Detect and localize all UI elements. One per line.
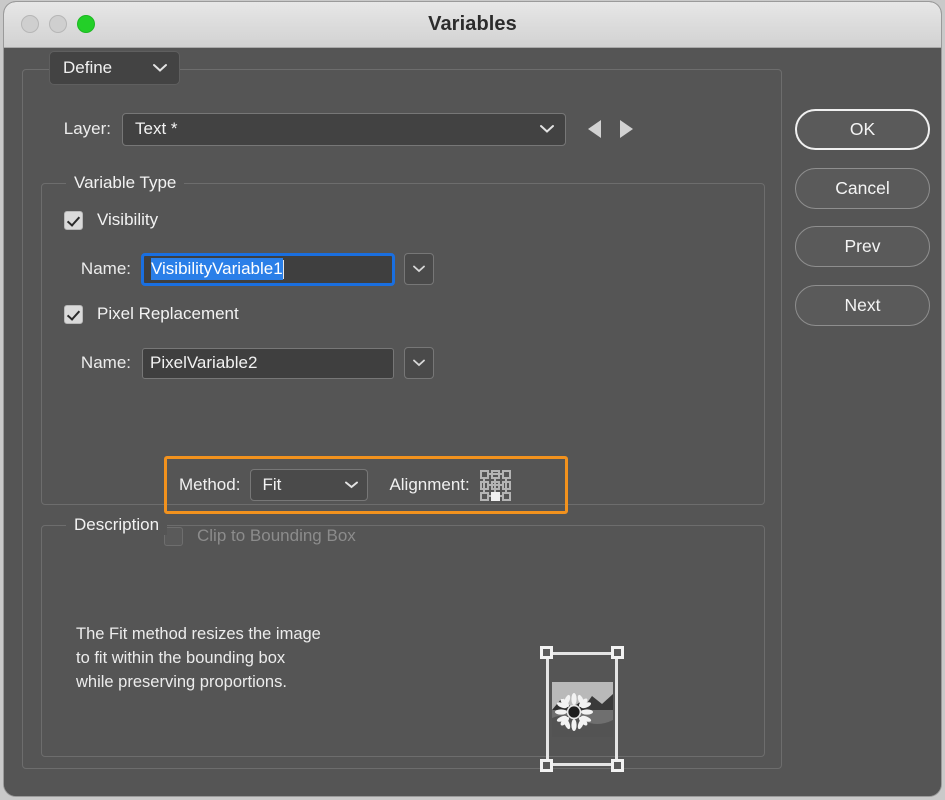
variable-type-group: Variable Type Visibility Name: Visibilit…: [41, 183, 765, 505]
chevron-down-icon: [540, 125, 554, 134]
description-text: The Fit method resizes the image to fit …: [76, 622, 321, 694]
visibility-name-value: VisibilityVariable1: [151, 258, 283, 280]
pixel-replacement-name-input[interactable]: PixelVariable2: [142, 348, 394, 379]
method-label: Method:: [179, 475, 240, 495]
pixel-replacement-name-value: PixelVariable2: [150, 353, 257, 373]
alignment-label: Alignment:: [389, 475, 469, 495]
pixel-replacement-name-dropdown-button[interactable]: [404, 347, 434, 379]
bbox-handle-top-left[interactable]: [540, 646, 553, 659]
method-alignment-highlight: Method: Fit Alignment:: [164, 456, 568, 514]
pixel-replacement-label: Pixel Replacement: [97, 304, 239, 324]
visibility-name-input[interactable]: VisibilityVariable1: [142, 254, 394, 285]
bbox-handle-top-right[interactable]: [611, 646, 624, 659]
method-preview-thumbnail: [534, 644, 630, 774]
define-panel: Define Layer: Text *: [22, 69, 782, 769]
visibility-name-label: Name:: [64, 259, 142, 279]
chevron-down-icon: [153, 64, 167, 73]
pixel-replacement-name-row: Name: PixelVariable2: [64, 347, 434, 379]
visibility-checkbox[interactable]: [64, 211, 83, 230]
ok-button[interactable]: OK: [795, 109, 930, 150]
previous-layer-arrow-icon[interactable]: [588, 120, 601, 138]
description-group: Description The Fit method resizes the i…: [41, 525, 765, 757]
method-select[interactable]: Fit: [250, 469, 368, 501]
preview-photo: [552, 682, 613, 737]
chevron-down-icon: [345, 481, 358, 489]
title-bar: Variables: [4, 2, 941, 48]
visibility-name-row: Name: VisibilityVariable1: [64, 253, 434, 285]
description-group-title: Description: [66, 515, 167, 535]
layer-select-value: Text *: [135, 119, 178, 139]
alignment-grid-icon[interactable]: [480, 470, 513, 501]
bbox-handle-bottom-left[interactable]: [540, 759, 553, 772]
visibility-label: Visibility: [97, 210, 158, 230]
layer-label: Layer:: [45, 119, 122, 139]
pixel-replacement-checkbox-row[interactable]: Pixel Replacement: [64, 304, 239, 324]
next-button[interactable]: Next: [795, 285, 930, 326]
pixel-replacement-checkbox[interactable]: [64, 305, 83, 324]
text-caret: [283, 260, 284, 279]
next-layer-arrow-icon[interactable]: [620, 120, 633, 138]
method-select-value: Fit: [262, 475, 281, 495]
dialog-body: Define Layer: Text *: [4, 48, 941, 796]
cancel-button[interactable]: Cancel: [795, 168, 930, 209]
layer-nav-arrows: [588, 120, 633, 138]
mode-select[interactable]: Define: [49, 51, 180, 85]
bbox-handle-bottom-right[interactable]: [611, 759, 624, 772]
visibility-checkbox-row[interactable]: Visibility: [64, 210, 158, 230]
prev-button[interactable]: Prev: [795, 226, 930, 267]
layer-row: Layer: Text *: [45, 112, 745, 146]
window-title: Variables: [4, 13, 941, 36]
variable-type-group-title: Variable Type: [66, 173, 184, 193]
mode-select-label: Define: [63, 58, 112, 78]
visibility-name-dropdown-button[interactable]: [404, 253, 434, 285]
pixel-replacement-name-label: Name:: [64, 353, 142, 373]
layer-select[interactable]: Text *: [122, 113, 566, 146]
variables-dialog-window: Variables Define Layer: Text *: [4, 2, 941, 796]
